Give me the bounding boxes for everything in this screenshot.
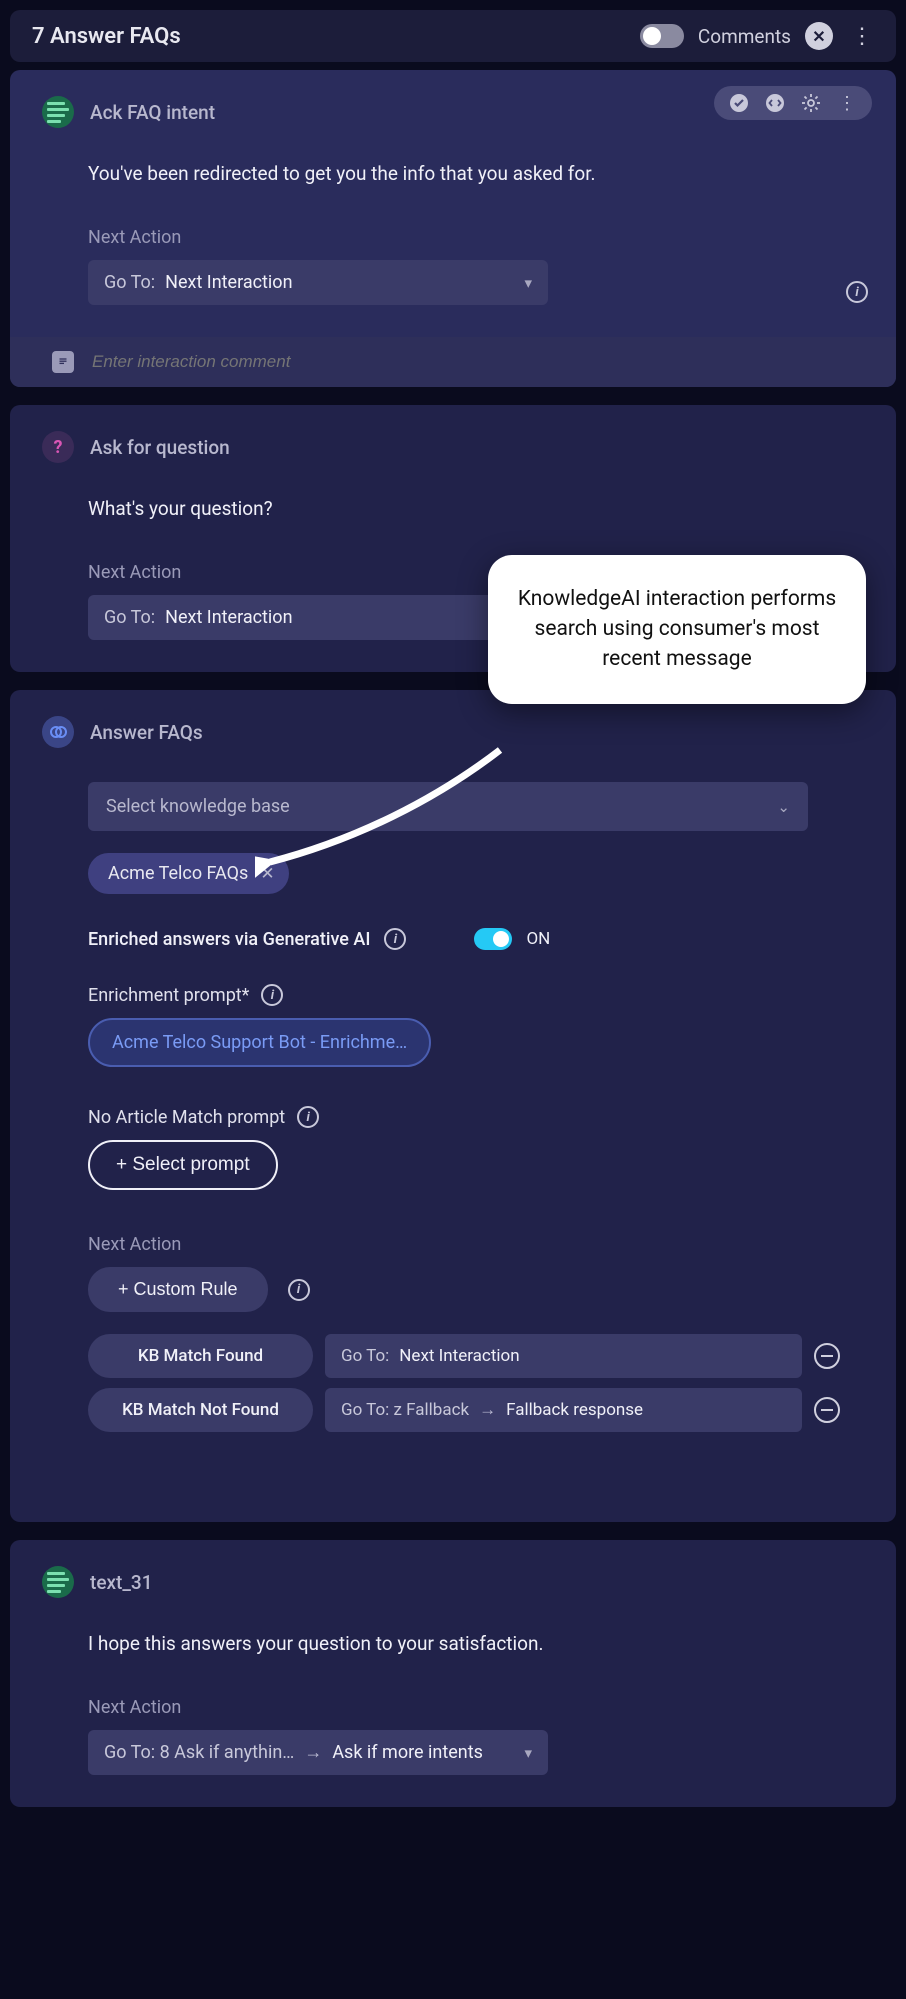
gear-icon[interactable] bbox=[800, 92, 822, 114]
page-title: 7 Answer FAQs bbox=[32, 24, 626, 49]
remove-rule-icon[interactable] bbox=[814, 1343, 840, 1369]
more-menu-icon[interactable]: ⋮ bbox=[847, 24, 874, 49]
goto-value: Next Interaction bbox=[165, 272, 514, 293]
next-action-label: Next Action bbox=[88, 227, 864, 248]
info-icon[interactable]: i bbox=[261, 984, 283, 1006]
goto-target: Fallback response bbox=[506, 1400, 786, 1420]
rule-goto-select[interactable]: Go To: z Fallback → Fallback response bbox=[325, 1388, 802, 1432]
text-statement-icon bbox=[42, 1566, 74, 1598]
goto-prefix: Go To: bbox=[104, 272, 155, 293]
next-action-select[interactable]: Go To: Next Interaction bbox=[88, 595, 548, 640]
remove-rule-icon[interactable] bbox=[814, 1397, 840, 1423]
goto-prefix: Go To: bbox=[104, 607, 155, 628]
goto-value: Next Interaction bbox=[165, 607, 532, 628]
next-action-label: Next Action bbox=[88, 1234, 864, 1255]
enriched-label: Enriched answers via Generative AI bbox=[88, 929, 370, 950]
info-icon[interactable]: i bbox=[288, 1279, 310, 1301]
toggle-state-label: ON bbox=[526, 929, 550, 949]
card-more-icon[interactable]: ⋮ bbox=[836, 92, 858, 114]
goto-prefix: Go To: bbox=[341, 1346, 389, 1366]
check-icon[interactable] bbox=[728, 92, 750, 114]
enrichment-prompt-pill[interactable]: Acme Telco Support Bot - Enrichme… bbox=[88, 1018, 431, 1067]
text-statement-icon bbox=[42, 96, 74, 128]
rule-goto-select[interactable]: Go To: Next Interaction bbox=[325, 1334, 802, 1378]
close-icon[interactable]: ✕ bbox=[805, 22, 833, 50]
goto-value: Ask if more intents bbox=[332, 1742, 514, 1763]
kb-chip-label: Acme Telco FAQs bbox=[108, 863, 248, 884]
kb-select-placeholder: Select knowledge base bbox=[106, 796, 290, 817]
select-prompt-button[interactable]: + Select prompt bbox=[88, 1140, 278, 1190]
next-action-select[interactable]: Go To: Next Interaction ▾ bbox=[88, 260, 548, 305]
arrow-right-icon: → bbox=[479, 1400, 496, 1420]
page-header: 7 Answer FAQs Comments ✕ ⋮ bbox=[10, 10, 896, 62]
chevron-down-icon: ▾ bbox=[524, 274, 532, 292]
rule-row-match-found: KB Match Found Go To: Next Interaction bbox=[88, 1334, 848, 1378]
question-icon: ? bbox=[42, 431, 74, 463]
kb-chip: Acme Telco FAQs ✕ bbox=[88, 853, 289, 894]
no-match-prompt-label: No Article Match prompt bbox=[88, 1107, 285, 1128]
interaction-card-knowledgeai[interactable]: Answer FAQs Select knowledge base ⌄ Acme… bbox=[10, 690, 896, 1522]
comment-input[interactable] bbox=[92, 352, 854, 372]
comments-toggle[interactable] bbox=[640, 24, 684, 48]
card-title: text_31 bbox=[90, 1571, 153, 1594]
comments-label: Comments bbox=[698, 25, 791, 48]
interaction-card-text31[interactable]: text_31 I hope this answers your questio… bbox=[10, 1540, 896, 1807]
goto-prefix: Go To: z Fallback bbox=[341, 1400, 469, 1420]
chevron-down-icon: ⌄ bbox=[777, 798, 790, 816]
info-icon[interactable]: i bbox=[846, 281, 868, 303]
info-icon[interactable]: i bbox=[384, 928, 406, 950]
question-text: What's your question? bbox=[88, 497, 864, 520]
comment-icon bbox=[52, 351, 74, 373]
next-action-select[interactable]: Go To: 8 Ask if anythin… → Ask if more i… bbox=[88, 1730, 548, 1775]
goto-value: Next Interaction bbox=[399, 1346, 786, 1366]
next-action-label: Next Action bbox=[88, 1697, 864, 1718]
remove-chip-icon[interactable]: ✕ bbox=[260, 864, 274, 884]
comment-bar bbox=[10, 337, 896, 387]
statement-text: You've been redirected to get you the in… bbox=[88, 162, 864, 185]
card-title: Ask for question bbox=[90, 436, 230, 459]
rule-condition-label: KB Match Not Found bbox=[88, 1388, 313, 1432]
add-custom-rule-button[interactable]: + Custom Rule bbox=[88, 1267, 268, 1312]
chevron-down-icon: ▾ bbox=[524, 1744, 532, 1762]
arrow-right-icon: → bbox=[304, 1742, 322, 1763]
rule-row-match-not-found: KB Match Not Found Go To: z Fallback → F… bbox=[88, 1388, 848, 1432]
card-toolbar: ⋮ bbox=[714, 86, 872, 120]
interaction-card-ack[interactable]: ⋮ Ack FAQ intent You've been redirected … bbox=[10, 70, 896, 387]
annotation-callout: KnowledgeAI interaction performs search … bbox=[488, 555, 866, 704]
card-title: Answer FAQs bbox=[90, 721, 203, 744]
statement-text: I hope this answers your question to you… bbox=[88, 1632, 864, 1655]
info-icon[interactable]: i bbox=[297, 1106, 319, 1128]
card-title: Ack FAQ intent bbox=[90, 101, 215, 124]
goto-prefix: Go To: 8 Ask if anythin… bbox=[104, 1742, 294, 1763]
knowledgeai-icon bbox=[42, 716, 74, 748]
code-icon[interactable] bbox=[764, 92, 786, 114]
enrichment-prompt-label: Enrichment prompt* bbox=[88, 985, 249, 1006]
enriched-toggle[interactable] bbox=[474, 928, 512, 950]
rule-condition-label: KB Match Found bbox=[88, 1334, 313, 1378]
knowledge-base-select[interactable]: Select knowledge base ⌄ bbox=[88, 782, 808, 831]
